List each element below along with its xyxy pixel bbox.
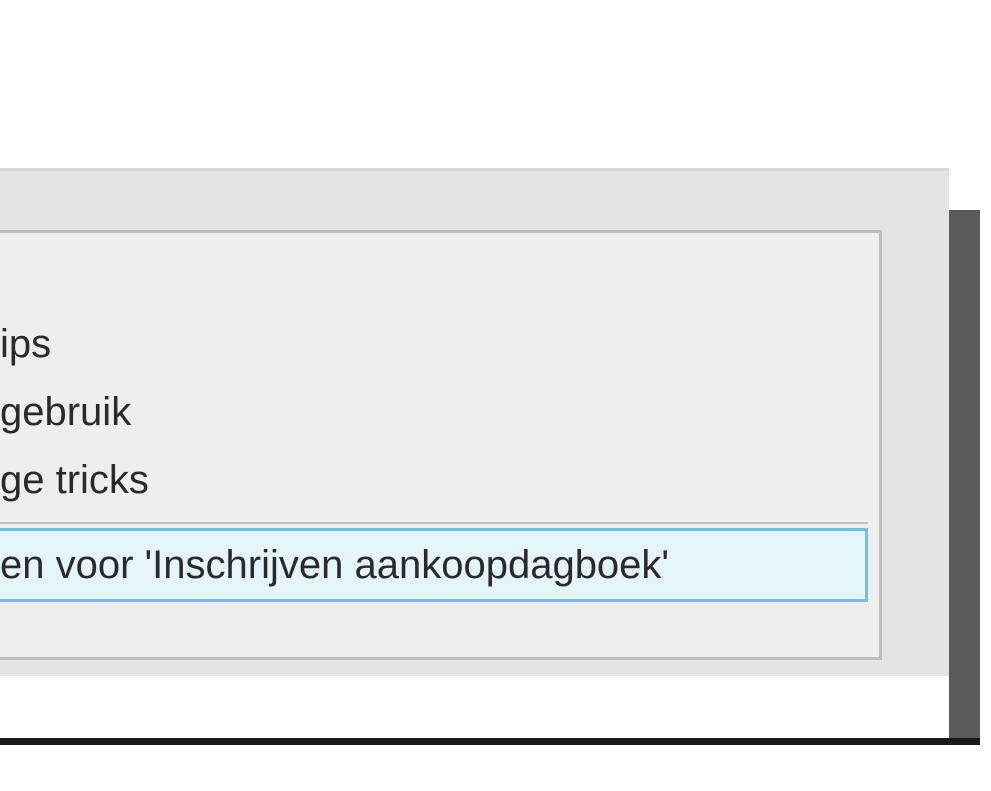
bottom-bar [0,738,980,745]
menu-item-tips[interactable]: ips [0,310,868,378]
menu-item-label: ge tricks [0,458,149,502]
menu-item-gebruik[interactable]: gebruik [0,378,868,446]
menu-item-inschrijven-aankoopdagboek[interactable]: en voor 'Inschrijven aankoopdagboek' [0,528,868,602]
menu-separator [0,522,868,524]
menu-list: ips gebruik ge tricks en voor 'Inschrijv… [0,310,868,602]
menu-item-label: gebruik [0,390,131,434]
menu-item-tricks[interactable]: ge tricks [0,446,868,514]
menu-item-label: en voor 'Inschrijven aankoopdagboek' [0,543,669,587]
menu-item-label: ips [0,322,51,366]
footer-strip [0,676,949,738]
